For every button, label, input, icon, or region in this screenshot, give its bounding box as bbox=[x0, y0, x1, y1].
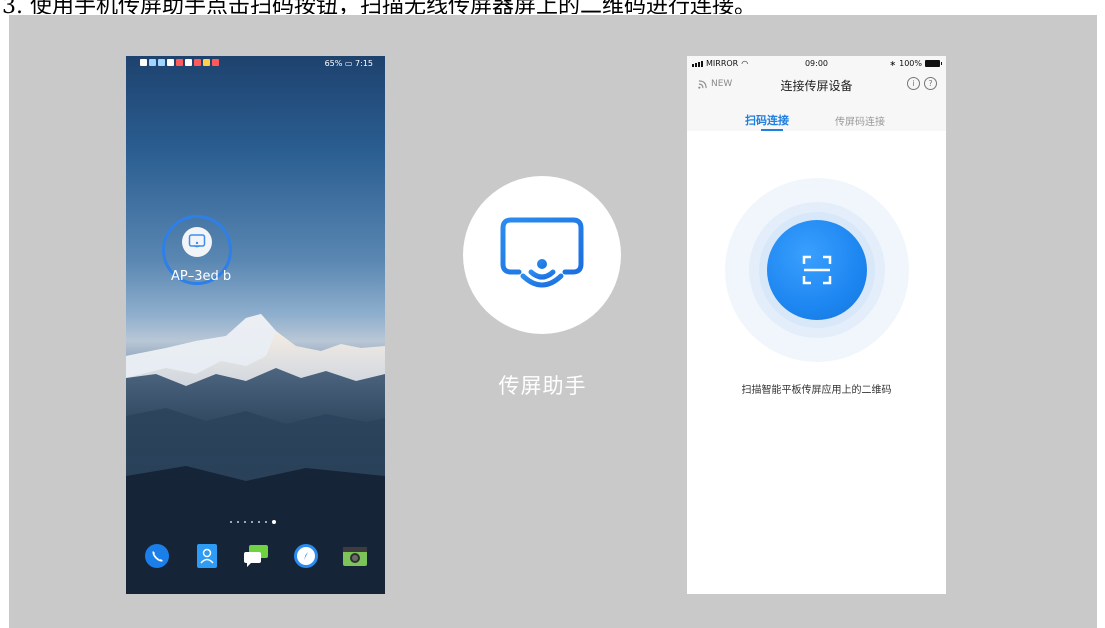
nav-bar: NEW 连接传屏设备 i ? bbox=[687, 72, 946, 96]
signal-icon bbox=[149, 59, 156, 66]
status-time: 7:15 bbox=[355, 59, 373, 68]
app-logo bbox=[463, 176, 621, 334]
battery-percent: 100% bbox=[899, 59, 922, 68]
notification-icon bbox=[140, 59, 147, 66]
page-indicator bbox=[230, 520, 276, 524]
instruction-caption: 3. 使用手机传屏助手点击扫码按钮，扫描无线传屏器屏上的二维码进行连接。 bbox=[2, 0, 756, 14]
info-icon[interactable]: i bbox=[907, 77, 920, 90]
screen-cast-icon bbox=[182, 227, 212, 257]
status-bar: MIRROR ◠ 09:00 ∗ 100% bbox=[687, 56, 946, 70]
active-tab-indicator bbox=[761, 129, 783, 131]
screen-cast-icon bbox=[500, 217, 584, 288]
tab-code-connect[interactable]: 传屏码连接 bbox=[835, 113, 885, 128]
messages-icon[interactable] bbox=[243, 543, 269, 569]
tab-scan-connect[interactable]: 扫码连接 bbox=[745, 112, 789, 128]
camera-icon[interactable] bbox=[342, 543, 368, 569]
scan-hint: 扫描智能平板传屏应用上的二维码 bbox=[741, 385, 892, 396]
contacts-icon[interactable] bbox=[194, 543, 220, 569]
status-bar: 65% ▭ 7:15 bbox=[126, 56, 385, 72]
scan-button[interactable] bbox=[767, 220, 867, 320]
battery-icon bbox=[925, 60, 942, 67]
notification-icon bbox=[194, 59, 201, 66]
phone-icon[interactable] bbox=[144, 543, 170, 569]
tab-bar: 扫码连接 传屏码连接 bbox=[687, 108, 946, 130]
browser-icon[interactable] bbox=[293, 543, 319, 569]
bluetooth-icon: ∗ bbox=[889, 59, 897, 68]
app-screen-phone: MIRROR ◠ 09:00 ∗ 100% NEW 连接传屏设备 i ? 扫码连… bbox=[687, 56, 946, 594]
battery-icon: ▭ bbox=[344, 59, 353, 68]
app-label: AP–3ed b bbox=[171, 269, 232, 284]
notification-icon bbox=[176, 59, 183, 66]
notification-icon bbox=[185, 59, 192, 66]
status-right: 65% ▭ 7:15 bbox=[325, 59, 373, 68]
app-dock bbox=[144, 538, 368, 574]
scan-icon bbox=[802, 255, 832, 285]
app-name: 传屏助手 bbox=[498, 374, 587, 398]
notification-icon bbox=[212, 59, 219, 66]
scan-area bbox=[725, 178, 909, 362]
mountain-wallpaper bbox=[126, 314, 385, 594]
notification-icon bbox=[203, 59, 210, 66]
home-screen-phone: 65% ▭ 7:15 AP–3ed b bbox=[126, 56, 385, 594]
mirror-app-home-icon[interactable]: AP–3ed b bbox=[162, 215, 238, 291]
help-icon[interactable]: ? bbox=[924, 77, 937, 90]
signal-icon bbox=[158, 59, 165, 66]
battery-percent: 65% bbox=[324, 59, 343, 68]
wifi-icon bbox=[167, 59, 174, 66]
